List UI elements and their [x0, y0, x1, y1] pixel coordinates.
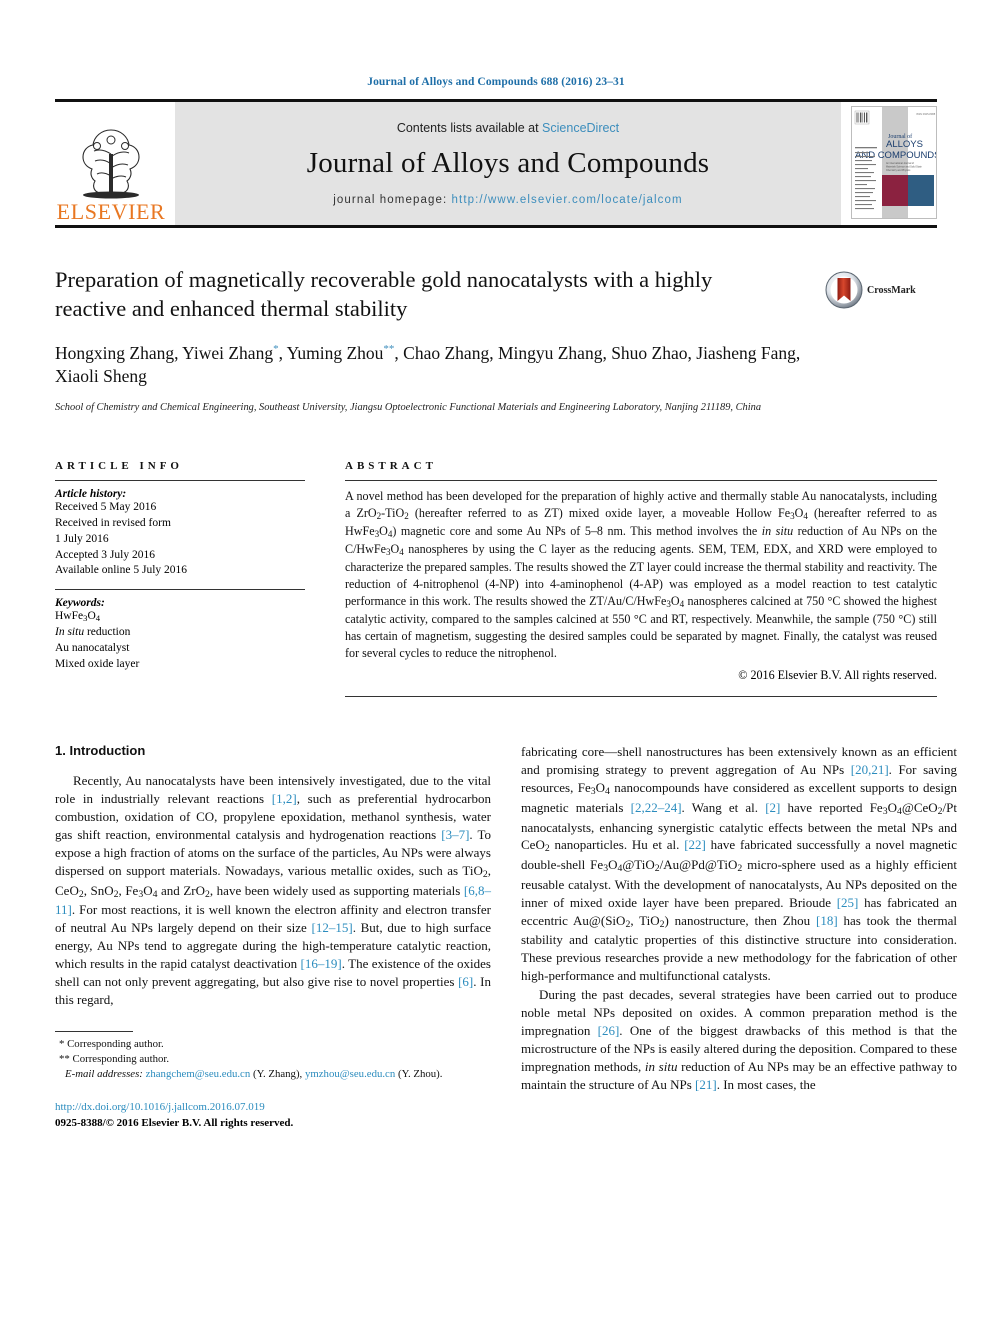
contents-lists-line: Contents lists available at ScienceDirec…: [397, 121, 619, 135]
citation-link[interactable]: [21]: [695, 1077, 717, 1092]
keywords-rule: [55, 589, 305, 591]
journal-homepage-line: journal homepage: http://www.elsevier.co…: [333, 194, 682, 206]
contents-prefix: Contents lists available at: [396, 121, 543, 135]
citation-link[interactable]: [2]: [765, 800, 780, 815]
footnote-text: Corresponding author.: [67, 1037, 164, 1050]
elsevier-wordmark: ELSEVIER: [56, 199, 166, 224]
citation-link[interactable]: [26]: [598, 1023, 620, 1038]
citation-link[interactable]: [12–15]: [312, 920, 353, 935]
issn-copyright-line: 0925-8388/© 2016 Elsevier B.V. All right…: [55, 1117, 294, 1130]
sciencedirect-link[interactable]: ScienceDirect: [542, 121, 619, 135]
abstract-column: ABSTRACT A novel method has been develop…: [345, 460, 937, 698]
masthead-bottom-rule: [55, 225, 937, 228]
citation-link[interactable]: [18]: [816, 913, 838, 928]
footnote-area: * Corresponding author. ** Corresponding…: [55, 1030, 491, 1132]
keyword-item: Au nanocatalyst: [55, 641, 130, 654]
history-item: Accepted 3 July 2016: [55, 548, 155, 561]
keywords-label: Keywords:: [55, 597, 105, 610]
svg-text:Chemistry and Physics: Chemistry and Physics: [886, 169, 911, 172]
running-head: Journal of Alloys and Compounds 688 (201…: [367, 76, 625, 88]
citation-link[interactable]: [16–19]: [301, 956, 342, 971]
affiliation: School of Chemistry and Chemical Enginee…: [55, 402, 762, 414]
keyword-item: Mixed oxide layer: [55, 657, 140, 670]
homepage-url-link[interactable]: http://www.elsevier.com/locate/jalcom: [452, 194, 683, 206]
history-item: Available online 5 July 2016: [55, 564, 188, 577]
article-info-rule: [55, 479, 305, 481]
history-item: Received in revised form: [55, 516, 171, 529]
elsevier-logo: ELSEVIER: [55, 102, 167, 225]
article-history-label: Article history:: [55, 487, 127, 500]
email-owner-1: (Y. Zhang): [252, 1068, 300, 1081]
paper-page: Journal of Alloys and Compounds 688 (201…: [0, 0, 992, 1323]
journal-masthead: ELSEVIER Contents lists available at Sci…: [55, 99, 937, 225]
doi-link[interactable]: http://dx.doi.org/10.1016/j.jallcom.2016…: [55, 1100, 491, 1116]
author-list: Hongxing Zhang, Yiwei Zhang*, Yuming Zho…: [55, 342, 801, 387]
article-history-block: Article history: Received 5 May 2016 Rec…: [55, 488, 305, 579]
footnote-corresponding-2: ** Corresponding author.: [55, 1052, 491, 1067]
email-link-2[interactable]: ymzhou@seu.edu.cn: [305, 1068, 395, 1080]
citation-link[interactable]: [6]: [458, 974, 473, 989]
title-block: Preparation of magnetically recoverable …: [55, 266, 937, 416]
svg-text:ALLOYS: ALLOYS: [886, 139, 923, 150]
citation-link[interactable]: [20,21]: [851, 762, 889, 777]
homepage-prefix: journal homepage:: [333, 194, 452, 206]
crossmark-label: CrossMark: [867, 284, 916, 296]
citation-link[interactable]: [6,8–11]: [55, 883, 491, 918]
citation-link[interactable]: [22]: [684, 837, 706, 852]
crossmark-icon: [825, 271, 863, 309]
email-link-1[interactable]: zhangchem@seu.edu.cn: [146, 1068, 251, 1080]
crossmark-badge[interactable]: CrossMark: [825, 270, 937, 310]
journal-cover-thumbnail: ISSN 0925-8388 Journal of ALLOYS AND COM…: [851, 106, 937, 219]
history-item: 1 July 2016: [55, 532, 109, 545]
abstract-bottom-rule: [345, 696, 937, 698]
email-owner-2: (Y. Zhou).: [397, 1068, 443, 1081]
corresponding-marker-1: *: [273, 342, 279, 355]
asterisk-icon: *: [59, 1037, 65, 1050]
elsevier-tree-icon: [82, 129, 140, 199]
double-asterisk-icon: **: [59, 1053, 70, 1066]
cover-artwork: ISSN 0925-8388 Journal of ALLOYS AND COM…: [852, 107, 936, 218]
body-columns: 1. Introduction Recently, Au nanocatalys…: [55, 743, 957, 1132]
keywords-block: Keywords: HwFe3O4 In situ reduction Au n…: [55, 597, 305, 672]
page-title: Preparation of magnetically recoverable …: [55, 267, 713, 321]
footnote-text: Corresponding author.: [72, 1053, 170, 1066]
article-info-column: ARTICLE INFO Article history: Received 5…: [55, 460, 345, 698]
journal-band: Contents lists available at ScienceDirec…: [175, 102, 841, 225]
intro-paragraph-3: During the past decades, several strateg…: [521, 986, 957, 1092]
footnote-emails: E-mail addresses: zhangchem@seu.edu.cn (…: [65, 1068, 443, 1081]
keyword-item: HwFe3O4: [55, 610, 101, 624]
abstract-heading: ABSTRACT: [345, 459, 437, 472]
info-abstract-section: ARTICLE INFO Article history: Received 5…: [55, 460, 937, 698]
corresponding-marker-2: **: [383, 342, 395, 355]
email-label: E-mail addresses:: [65, 1068, 143, 1081]
journal-title: Journal of Alloys and Compounds: [306, 147, 710, 179]
history-item: Received 5 May 2016: [55, 500, 157, 513]
citation-link[interactable]: [25]: [837, 895, 859, 910]
section-heading-introduction: 1. Introduction: [55, 743, 146, 759]
abstract-rule: [345, 479, 937, 481]
citation-link[interactable]: [3–7]: [441, 827, 469, 842]
citation-link[interactable]: [1,2]: [272, 791, 297, 806]
footnote-corresponding-1: * Corresponding author.: [55, 1037, 491, 1052]
citation-link[interactable]: [2,22–24]: [631, 800, 682, 815]
intro-paragraph-2: fabricating core—shell nanostructures ha…: [521, 744, 958, 984]
footnote-rule: [55, 1030, 133, 1032]
body-column-right: fabricating core—shell nanostructures ha…: [521, 743, 957, 1132]
body-column-left: 1. Introduction Recently, Au nanocatalys…: [55, 743, 491, 1132]
intro-paragraph-1: Recently, Au nanocatalysts have been int…: [55, 773, 491, 1008]
svg-text:ISSN 0925-8388: ISSN 0925-8388: [916, 112, 936, 116]
keyword-item: In situ reduction: [55, 626, 131, 639]
abstract-text: A novel method has been developed for th…: [345, 488, 938, 661]
doi-block: http://dx.doi.org/10.1016/j.jallcom.2016…: [55, 1100, 491, 1132]
article-info-heading: ARTICLE INFO: [55, 459, 183, 472]
svg-text:AND COMPOUNDS: AND COMPOUNDS: [855, 150, 936, 161]
abstract-copyright: © 2016 Elsevier B.V. All rights reserved…: [738, 668, 937, 683]
